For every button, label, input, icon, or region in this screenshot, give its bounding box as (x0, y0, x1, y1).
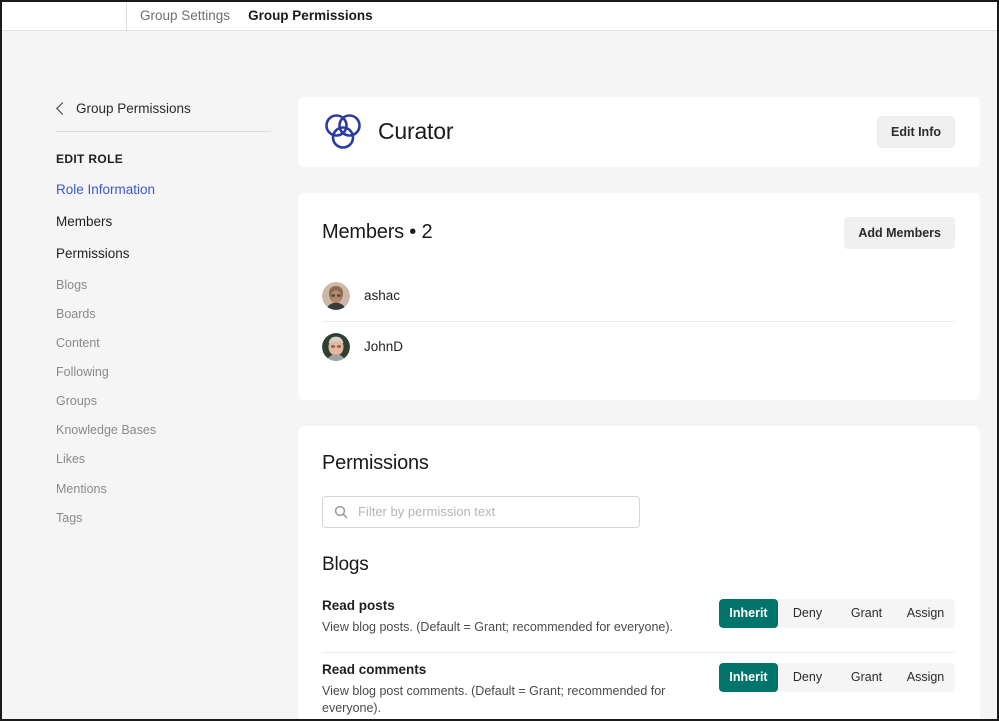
venn-diagram-icon (325, 113, 361, 149)
sidebar-item-blogs[interactable]: Blogs (56, 278, 298, 294)
sidebar-item-permissions[interactable]: Permissions (56, 246, 298, 263)
role-header-card: Curator Edit Info (298, 97, 980, 167)
sidebar-item-groups[interactable]: Groups (56, 394, 298, 410)
permission-filter[interactable] (322, 495, 640, 528)
permission-toggle-group: Inherit Deny Grant Assign (719, 598, 955, 628)
sidebar-item-content[interactable]: Content (56, 336, 298, 352)
member-name: ashac (364, 288, 401, 304)
permission-option-grant[interactable]: Grant (837, 663, 896, 692)
avatar (322, 281, 350, 310)
permission-row: Read posts View blog posts. (Default = G… (322, 589, 955, 653)
sidebar-item-role-information[interactable]: Role Information (56, 182, 298, 199)
member-name: JohnD (364, 339, 404, 355)
permission-description: View blog post comments. (Default = Gran… (322, 684, 666, 716)
member-list-item[interactable]: JohnD (322, 320, 955, 372)
member-list-item[interactable]: ashac (322, 271, 955, 321)
permission-name: Read comments (322, 662, 427, 678)
permission-description: View blog posts. (Default = Grant; recom… (322, 619, 673, 634)
tab-group-settings[interactable]: Group Settings (140, 9, 230, 23)
permission-option-deny[interactable]: Deny (778, 599, 837, 628)
permission-option-deny[interactable]: Deny (778, 663, 837, 692)
chevron-left-icon (56, 102, 69, 115)
topbar-left-spacer (2, 2, 127, 31)
members-card: Members • 2 Add Members ashac JohnD (298, 192, 980, 400)
main-content: Curator Edit Info Members • 2 Add Member… (298, 31, 997, 719)
search-icon (334, 505, 348, 519)
sidebar-item-knowledge-bases[interactable]: Knowledge Bases (56, 423, 298, 439)
permission-option-inherit[interactable]: Inherit (719, 598, 778, 628)
permission-option-assign[interactable]: Assign (896, 599, 955, 628)
permission-group-title: Blogs (322, 553, 369, 575)
tab-group-permissions[interactable]: Group Permissions (248, 9, 373, 23)
sidebar-back-label: Group Permissions (76, 101, 191, 116)
permissions-card: Permissions Blogs Read posts View blog p… (298, 425, 980, 719)
avatar (322, 332, 350, 361)
sidebar: Group Permissions EDIT ROLE Role Informa… (2, 31, 298, 719)
members-header: Members • 2 Add Members (322, 216, 955, 249)
sidebar-item-members[interactable]: Members (56, 214, 298, 231)
sidebar-item-mentions[interactable]: Mentions (56, 482, 298, 498)
sidebar-item-boards[interactable]: Boards (56, 307, 298, 323)
page-body: Group Permissions EDIT ROLE Role Informa… (2, 31, 997, 719)
sidebar-back-link[interactable]: Group Permissions (56, 101, 298, 116)
role-title: Curator (378, 118, 454, 145)
permissions-title: Permissions (322, 451, 429, 474)
top-navigation-bar: Group Settings Group Permissions (2, 2, 997, 31)
sidebar-item-following[interactable]: Following (56, 365, 298, 381)
members-title: Members • 2 (322, 221, 433, 244)
permission-option-assign[interactable]: Assign (896, 663, 955, 692)
sidebar-section-title: EDIT ROLE (56, 152, 124, 166)
edit-info-button[interactable]: Edit Info (877, 115, 955, 148)
app-window: Group Settings Group Permissions Group P… (0, 0, 999, 721)
topbar-tab-list: Group Settings Group Permissions (127, 2, 373, 31)
permission-option-inherit[interactable]: Inherit (719, 663, 778, 693)
permission-name: Read posts (322, 597, 395, 613)
permission-toggle-group: Inherit Deny Grant Assign (719, 663, 955, 693)
permission-row: Read comments View blog post comments. (… (322, 652, 955, 719)
add-members-button[interactable]: Add Members (844, 216, 955, 249)
permission-option-grant[interactable]: Grant (837, 599, 896, 628)
permission-text: Read posts View blog posts. (Default = G… (322, 598, 705, 636)
sidebar-item-tags[interactable]: Tags (56, 511, 298, 527)
sidebar-divider (56, 131, 271, 132)
permission-text: Read comments View blog post comments. (… (322, 662, 705, 717)
sidebar-item-likes[interactable]: Likes (56, 452, 298, 468)
permission-filter-input[interactable] (358, 504, 628, 520)
